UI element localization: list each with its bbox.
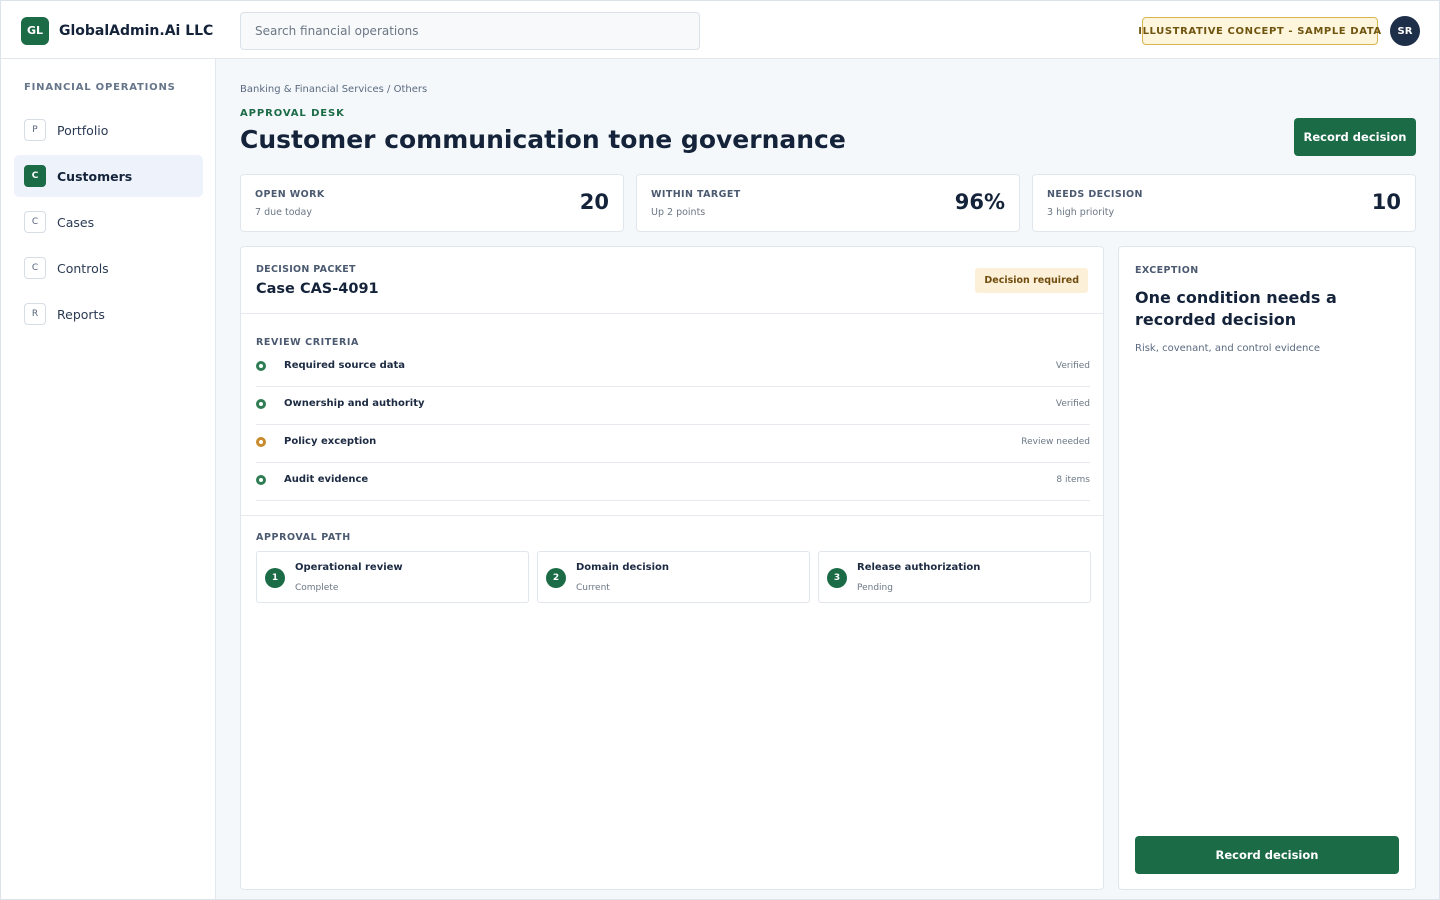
criteria-status: Review needed <box>1021 437 1090 447</box>
kpi-card-open-work: OPEN WORK 7 due today 20 <box>240 174 624 232</box>
step-number-badge: 1 <box>265 568 285 588</box>
cases-icon: C <box>24 211 46 233</box>
brand[interactable]: GL GlobalAdmin.Ai LLC <box>21 16 213 45</box>
kpi-value: 10 <box>1371 190 1401 214</box>
kpi-label: WITHIN TARGET <box>651 189 741 200</box>
approval-step-release-authorization[interactable]: 3 Release authorization Pending <box>818 551 1091 603</box>
customers-icon: C <box>24 165 46 187</box>
kpi-label: NEEDS DECISION <box>1047 189 1143 200</box>
exception-subtitle: Risk, covenant, and control evidence <box>1135 343 1321 354</box>
status-badge: Decision required <box>975 268 1088 293</box>
kpi-sub: Up 2 points <box>651 207 706 218</box>
page-title: Customer communication tone governance <box>240 125 846 154</box>
kpi-sub: 3 high priority <box>1047 207 1115 218</box>
top-bar: GL GlobalAdmin.Ai LLC ILLUSTRATIVE CONCE… <box>1 1 1439 59</box>
sidebar-item-label: Customers <box>57 168 133 184</box>
criteria-label: Policy exception <box>284 436 377 447</box>
sidebar-item-portfolio[interactable]: P Portfolio <box>14 109 203 151</box>
app-window: GL GlobalAdmin.Ai LLC ILLUSTRATIVE CONCE… <box>0 0 1440 900</box>
step-number-badge: 2 <box>546 568 566 588</box>
search-input[interactable] <box>240 12 700 50</box>
record-decision-button-secondary[interactable]: Record decision <box>1135 836 1399 874</box>
step-state: Complete <box>295 583 339 593</box>
decision-packet-panel: DECISION PACKET Case CAS-4091 Decision r… <box>240 246 1104 890</box>
sidebar-section-title: FINANCIAL OPERATIONS <box>24 82 176 93</box>
review-criteria-title: REVIEW CRITERIA <box>256 337 359 348</box>
criteria-label: Audit evidence <box>284 474 369 485</box>
verified-status-icon <box>256 475 266 485</box>
criteria-status: Verified <box>1055 361 1090 371</box>
kpi-value: 20 <box>579 190 609 214</box>
sidebar-item-label: Reports <box>57 306 105 322</box>
kpi-sub: 7 due today <box>255 207 312 218</box>
approval-step-domain-decision[interactable]: 2 Domain decision Current <box>537 551 810 603</box>
packet-header: DECISION PACKET Case CAS-4091 Decision r… <box>241 247 1103 314</box>
step-number-badge: 3 <box>827 568 847 588</box>
user-avatar[interactable]: SR <box>1390 16 1420 46</box>
exception-title: One condition needs a recorded decision <box>1135 288 1337 329</box>
case-id: Case CAS-4091 <box>256 281 379 297</box>
approval-path-title: APPROVAL PATH <box>256 532 351 543</box>
step-name: Domain decision <box>576 562 670 573</box>
reports-icon: R <box>24 303 46 325</box>
verified-status-icon <box>256 361 266 371</box>
sample-data-badge: ILLUSTRATIVE CONCEPT - SAMPLE DATA <box>1138 17 1381 45</box>
criteria-row[interactable]: Audit evidence 8 items <box>256 463 1090 501</box>
step-state: Pending <box>857 583 893 593</box>
record-decision-button[interactable]: Record decision <box>1294 118 1416 156</box>
page-eyebrow: APPROVAL DESK <box>240 108 345 119</box>
step-name: Release authorization <box>857 562 981 573</box>
sidebar-item-label: Controls <box>57 260 109 276</box>
criteria-status: Verified <box>1055 399 1090 409</box>
sidebar-item-label: Cases <box>57 214 95 230</box>
sidebar: FINANCIAL OPERATIONS P Portfolio C Custo… <box>1 59 216 899</box>
sidebar-item-label: Portfolio <box>57 122 109 138</box>
exception-panel: EXCEPTION One condition needs a recorded… <box>1118 246 1416 890</box>
criteria-row[interactable]: Required source data Verified <box>256 349 1090 387</box>
packet-label: DECISION PACKET <box>256 264 356 275</box>
sidebar-item-reports[interactable]: R Reports <box>14 293 203 335</box>
kpi-card-within-target: WITHIN TARGET Up 2 points 96% <box>636 174 1020 232</box>
brand-name: GlobalAdmin.Ai LLC <box>59 22 214 39</box>
criteria-label: Ownership and authority <box>284 398 425 409</box>
criteria-status: 8 items <box>1056 475 1090 485</box>
section-divider <box>241 515 1103 516</box>
controls-icon: C <box>24 257 46 279</box>
sidebar-item-cases[interactable]: C Cases <box>14 201 203 243</box>
step-state: Current <box>576 583 610 593</box>
kpi-card-needs-decision: NEEDS DECISION 3 high priority 10 <box>1032 174 1416 232</box>
portfolio-icon: P <box>24 119 46 141</box>
kpi-value: 96% <box>954 190 1005 214</box>
step-name: Operational review <box>295 562 403 573</box>
brand-logo-icon: GL <box>21 16 49 45</box>
kpi-label: OPEN WORK <box>255 189 325 200</box>
approval-step-operational-review[interactable]: 1 Operational review Complete <box>256 551 529 603</box>
sidebar-item-controls[interactable]: C Controls <box>14 247 203 289</box>
criteria-row[interactable]: Policy exception Review needed <box>256 425 1090 463</box>
breadcrumb[interactable]: Banking & Financial Services / Others <box>240 84 427 95</box>
warning-status-icon <box>256 437 266 447</box>
sidebar-item-customers[interactable]: C Customers <box>14 155 203 197</box>
criteria-row[interactable]: Ownership and authority Verified <box>256 387 1090 425</box>
criteria-label: Required source data <box>284 360 406 371</box>
verified-status-icon <box>256 399 266 409</box>
exception-label: EXCEPTION <box>1135 265 1199 276</box>
